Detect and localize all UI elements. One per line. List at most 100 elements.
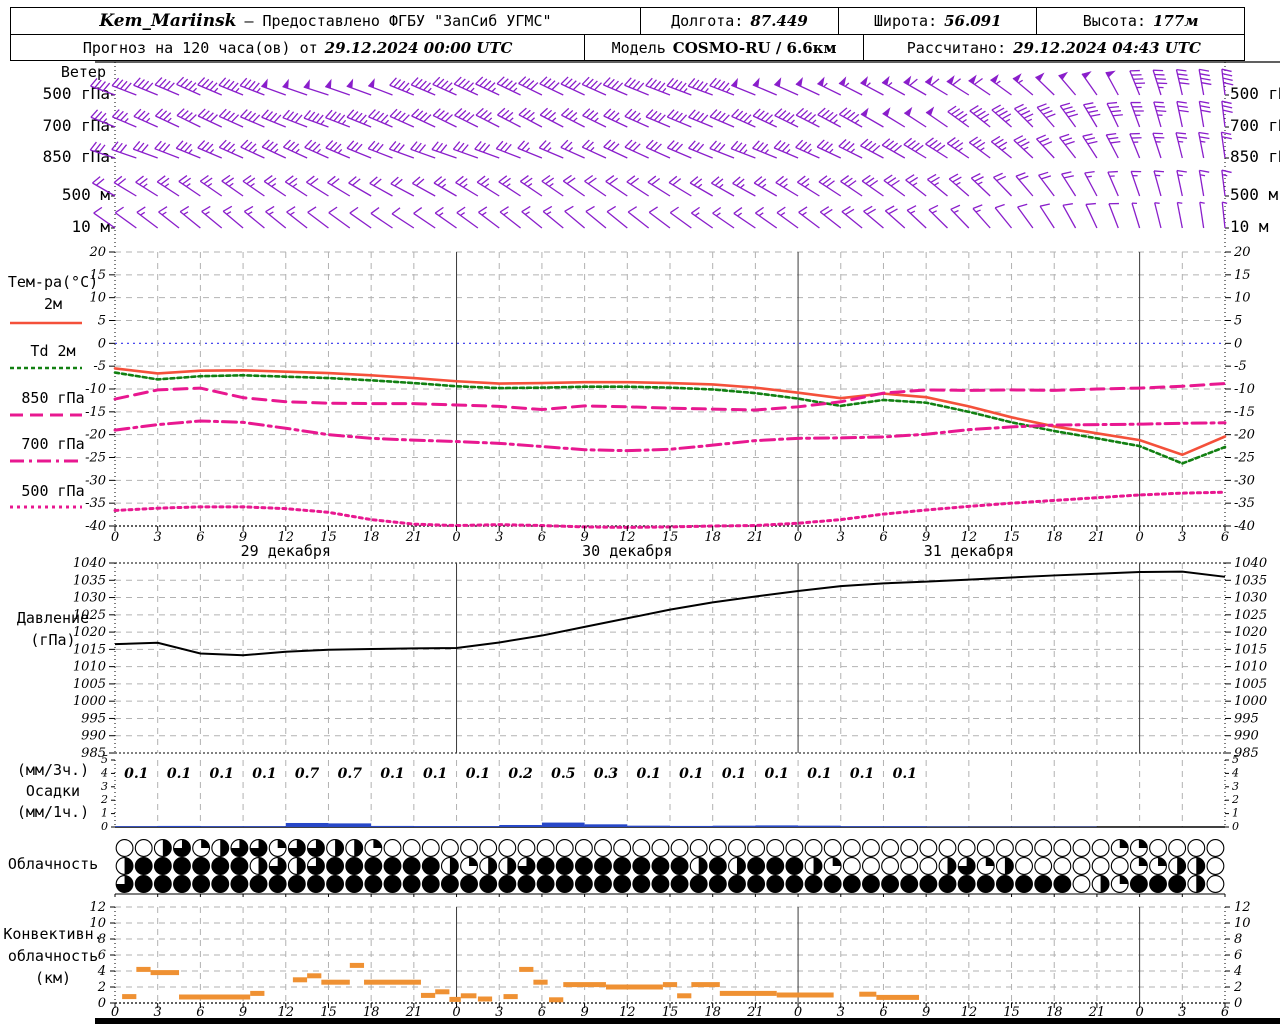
legend-td2m-label: Td 2м	[30, 342, 76, 360]
pressure-unit-label: (гПа)	[30, 631, 76, 649]
svg-text:12: 12	[619, 1005, 636, 1020]
calc-cell: Рассчитано: 29.12.2024 04:43 UTC	[862, 35, 1244, 61]
header-row-1: Kem_Mariinsk — Предоставлено ФГБУ "ЗапСи…	[11, 8, 1244, 35]
svg-text:1035: 1035	[73, 573, 106, 588]
convective-bar	[435, 989, 450, 995]
svg-text:500 гПа: 500 гПа	[43, 84, 110, 103]
precip-bar	[328, 823, 372, 827]
svg-text:12: 12	[277, 1005, 294, 1020]
convective-bar	[477, 996, 493, 1002]
svg-text:0.2: 0.2	[508, 766, 533, 782]
svg-text:-40: -40	[1234, 519, 1255, 534]
svg-text:1000: 1000	[1234, 694, 1267, 709]
cloud-row-0	[115, 839, 1225, 857]
svg-text:15: 15	[1003, 1005, 1020, 1020]
svg-text:1030: 1030	[1234, 591, 1267, 606]
convective-panel-label-1: Конвективн.	[3, 925, 103, 943]
pressure-panel: 1040 10401035 10351030 10301025 10251020 1020…	[73, 556, 1267, 761]
convective-bar	[719, 990, 777, 996]
svg-text:10 м: 10 м	[71, 217, 110, 236]
meteogram-chart: 500 гПа 500 гПа 700 гПа 700 гПа 850 гПа 850 г…	[10, 61, 1280, 1024]
precip-bar	[584, 824, 628, 827]
svg-text:1005: 1005	[1234, 677, 1267, 692]
latitude-label: Широта:	[873, 12, 938, 30]
precip-bar	[456, 826, 500, 827]
convective-bar	[776, 992, 834, 998]
svg-text:9: 9	[239, 1005, 247, 1020]
precip-bar	[541, 822, 585, 827]
temp-series-3	[113, 419, 1227, 453]
svg-text:-35: -35	[1234, 496, 1255, 511]
svg-text:9: 9	[580, 1005, 588, 1020]
meteogram-page: { "header": { "station": "Kem_Mariinsk",…	[0, 0, 1280, 1024]
svg-text:-25: -25	[85, 451, 106, 466]
convective-bar	[859, 991, 877, 997]
station-cell: Kem_Mariinsk — Предоставлено ФГБУ "ЗапСи…	[11, 8, 640, 34]
svg-text:21: 21	[746, 530, 764, 545]
altitude-label: Высота:	[1082, 12, 1146, 30]
svg-text:21: 21	[1088, 530, 1106, 545]
svg-text:1025: 1025	[1234, 608, 1267, 623]
svg-text:0: 0	[101, 820, 108, 833]
forecast-label: Прогноз на 120 часа(ов) от	[82, 39, 318, 57]
svg-text:-15: -15	[85, 405, 106, 420]
svg-text:6: 6	[1234, 948, 1242, 963]
header: Kem_Mariinsk — Предоставлено ФГБУ "ЗапСи…	[10, 7, 1245, 61]
svg-text:0.7: 0.7	[295, 766, 320, 782]
svg-text:4: 4	[1233, 964, 1242, 979]
svg-text:3: 3	[837, 1005, 845, 1020]
svg-text:18: 18	[1046, 1005, 1063, 1020]
convective-bar	[677, 993, 692, 999]
convective-bar	[136, 966, 151, 972]
precip-bar	[499, 824, 542, 827]
svg-text:1040: 1040	[1234, 556, 1267, 571]
svg-text:1: 1	[1232, 807, 1239, 820]
altitude-value: 177м	[1153, 12, 1199, 30]
svg-text:18: 18	[363, 530, 380, 545]
legend-t500-label: 500 гПа	[21, 482, 85, 500]
svg-text:0.1: 0.1	[722, 766, 746, 782]
svg-text:-5: -5	[93, 359, 106, 374]
calc-time-value: 29.12.2024 04:43 UTC	[1013, 39, 1201, 57]
wind-barbs-row-4	[93, 201, 1228, 229]
svg-text:6: 6	[196, 1005, 204, 1020]
convective-bar	[563, 982, 606, 988]
svg-text:0: 0	[98, 996, 106, 1011]
svg-text:0: 0	[794, 530, 802, 545]
temperature-panel: 20 2015 1510 105 50 0-5 -5-10 -10-15 -15-20 -20-2…	[10, 245, 1255, 560]
wind-barbs-row-0	[90, 68, 1234, 96]
altitude-cell: Высота: 177м	[1036, 8, 1244, 34]
svg-text:0.3: 0.3	[594, 766, 619, 782]
svg-text:18: 18	[363, 1005, 380, 1020]
svg-text:6: 6	[538, 530, 546, 545]
cloud-row-1	[115, 857, 1225, 875]
precip-bar	[712, 825, 756, 827]
svg-text:2: 2	[1233, 980, 1242, 995]
svg-text:6: 6	[879, 530, 887, 545]
svg-text:0: 0	[111, 1005, 119, 1020]
svg-text:21: 21	[746, 1005, 764, 1020]
svg-text:0.1: 0.1	[380, 766, 404, 782]
svg-text:-25: -25	[1234, 451, 1255, 466]
precip-bar	[115, 826, 158, 827]
svg-text:0: 0	[1234, 996, 1242, 1011]
svg-text:6: 6	[879, 1005, 887, 1020]
precip-panel-label: Осадки	[25, 782, 81, 800]
convective-bar	[503, 994, 518, 1000]
svg-text:0.7: 0.7	[338, 766, 363, 782]
convective-bar	[519, 966, 534, 972]
wind-panel: 500 гПа 500 гПа 700 гПа 700 гПа 850 гПа 850 г…	[43, 62, 1280, 248]
svg-text:2: 2	[1231, 793, 1239, 806]
convective-bar	[549, 997, 564, 1003]
wind-barbs-row-2	[89, 131, 1232, 159]
svg-text:8: 8	[1234, 932, 1242, 947]
svg-text:1040: 1040	[73, 556, 106, 571]
svg-text:20: 20	[88, 245, 106, 260]
model-value: COSMO-RU / 6.6км	[672, 39, 837, 57]
calc-label: Рассчитано:	[906, 39, 1007, 57]
precip-bar	[200, 826, 244, 827]
svg-text:12: 12	[961, 1005, 978, 1020]
svg-text:0.1: 0.1	[679, 766, 703, 782]
svg-text:0.1: 0.1	[765, 766, 789, 782]
svg-text:5: 5	[98, 314, 106, 329]
